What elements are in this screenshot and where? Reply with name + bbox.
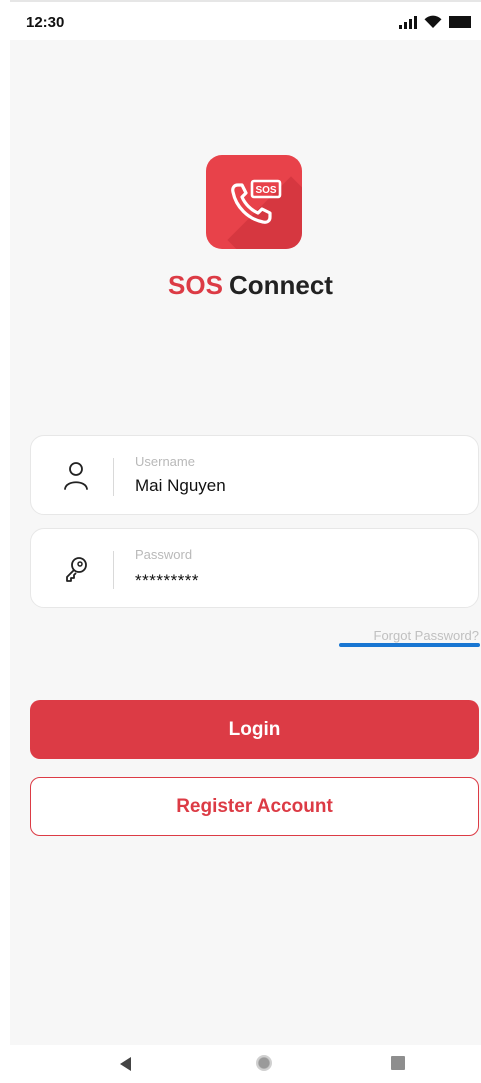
username-label: Username xyxy=(135,454,195,469)
brand-primary: SOS xyxy=(168,270,223,300)
username-field[interactable]: Username Mai Nguyen xyxy=(30,435,479,515)
svg-text:SOS: SOS xyxy=(255,185,276,196)
username-input[interactable]: Mai Nguyen xyxy=(135,476,226,496)
app-brand-title: SOS Connect xyxy=(0,270,481,301)
login-button[interactable]: Login xyxy=(30,700,479,759)
password-input[interactable]: ********* xyxy=(135,571,199,591)
recent-apps-icon[interactable] xyxy=(391,1056,405,1070)
status-bar: 12:30 xyxy=(10,0,481,40)
status-time: 12:30 xyxy=(26,14,65,31)
battery-icon xyxy=(449,16,471,28)
phone-sos-icon: SOS xyxy=(231,179,282,224)
app-logo: SOS xyxy=(206,155,302,249)
wifi-icon xyxy=(424,15,442,28)
forgot-password-link[interactable]: Forgot Password? xyxy=(374,628,480,643)
status-icons xyxy=(399,15,471,29)
brand-secondary: Connect xyxy=(228,270,333,300)
register-account-button[interactable]: Register Account xyxy=(30,777,479,836)
password-divider xyxy=(113,551,114,589)
password-label: Password xyxy=(135,547,193,562)
password-field[interactable]: Password ********* xyxy=(30,528,479,608)
system-nav-bar xyxy=(10,1045,481,1083)
user-icon xyxy=(64,462,88,490)
key-icon xyxy=(66,557,87,582)
signal-icon xyxy=(399,15,417,29)
back-icon[interactable] xyxy=(120,1057,132,1071)
forgot-password-underline xyxy=(339,643,480,647)
username-divider xyxy=(113,458,114,496)
home-icon[interactable] xyxy=(256,1055,272,1071)
